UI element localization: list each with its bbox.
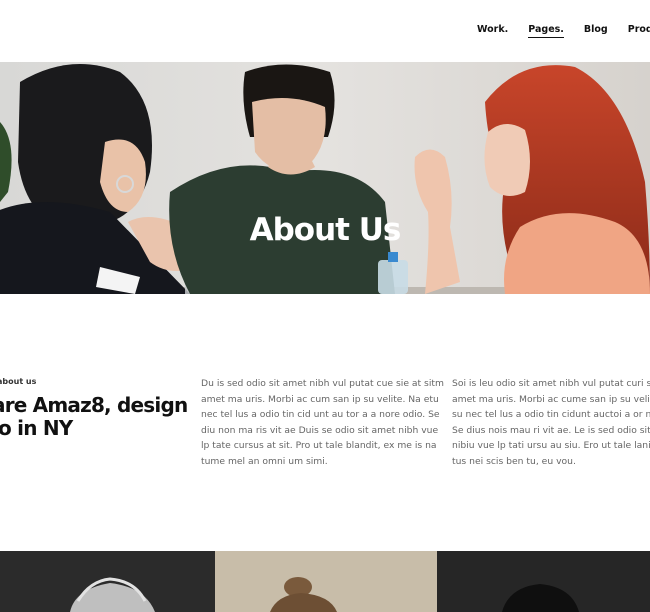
portrait-image — [270, 577, 337, 612]
paragraph-line: tus nei scis ben tu, eu vou. — [452, 455, 576, 467]
nav-link-blog[interactable]: Blog — [584, 24, 608, 38]
paragraph-line: tume mel an omni um simi. — [201, 455, 328, 467]
section-headline: are Amaz8, design io in NY — [0, 394, 192, 440]
paragraph-line: su nec tel lus a odio tin cidunt auctoi … — [452, 409, 650, 421]
headline-line: io in NY — [0, 416, 73, 440]
nav-link-pages[interactable]: Pages. — [528, 24, 564, 38]
headline-line: are Amaz8, design — [0, 393, 188, 417]
section-eyebrow: about us — [0, 377, 37, 386]
about-paragraph-2: Soi is leu odio sit amet nibh vul putat … — [452, 376, 650, 470]
team-member-photo[interactable] — [0, 551, 215, 612]
portrait-image — [502, 584, 579, 612]
about-paragraph-1: Du is sed odio sit amet nibh vul putat c… — [201, 376, 444, 470]
hero-photo — [0, 62, 650, 294]
team-grid — [0, 551, 650, 612]
page-title: About Us — [249, 212, 402, 248]
portrait-image — [70, 577, 155, 612]
paragraph-line: Du is sed odio sit amet nibh vul putat c… — [201, 378, 444, 389]
main-nav: Work. Pages. Blog Products — [477, 24, 650, 38]
paragraph-line: diu non ma ris vit ae Duis se odio sit a… — [201, 424, 439, 436]
paragraph-line: lp tate cursus at sit. Pro ut tale bland… — [201, 440, 437, 452]
hero-banner: About Us — [0, 62, 650, 294]
team-member-photo[interactable] — [215, 551, 437, 612]
paragraph-line: nibiu vue lp tati ursu au siu. Ero ut ta… — [452, 440, 650, 452]
nav-link-work[interactable]: Work. — [477, 24, 508, 38]
site-header: Work. Pages. Blog Products — [0, 0, 650, 62]
paragraph-line: amet ma uris. Morbi ac cum san ip su vel… — [201, 393, 439, 405]
paragraph-line: Soi is leu odio sit amet nibh vul putat … — [452, 378, 650, 389]
paragraph-line: amet ma uris. Morbi ac cume san ip su ve… — [452, 393, 650, 405]
team-member-photo[interactable] — [437, 551, 650, 612]
paragraph-line: Se dius nois mau ri vit ae. Le is sed od… — [452, 424, 650, 436]
paragraph-line: nec tel lus a odio tin cid unt au tor a … — [201, 409, 440, 421]
nav-link-products[interactable]: Products — [628, 24, 650, 38]
